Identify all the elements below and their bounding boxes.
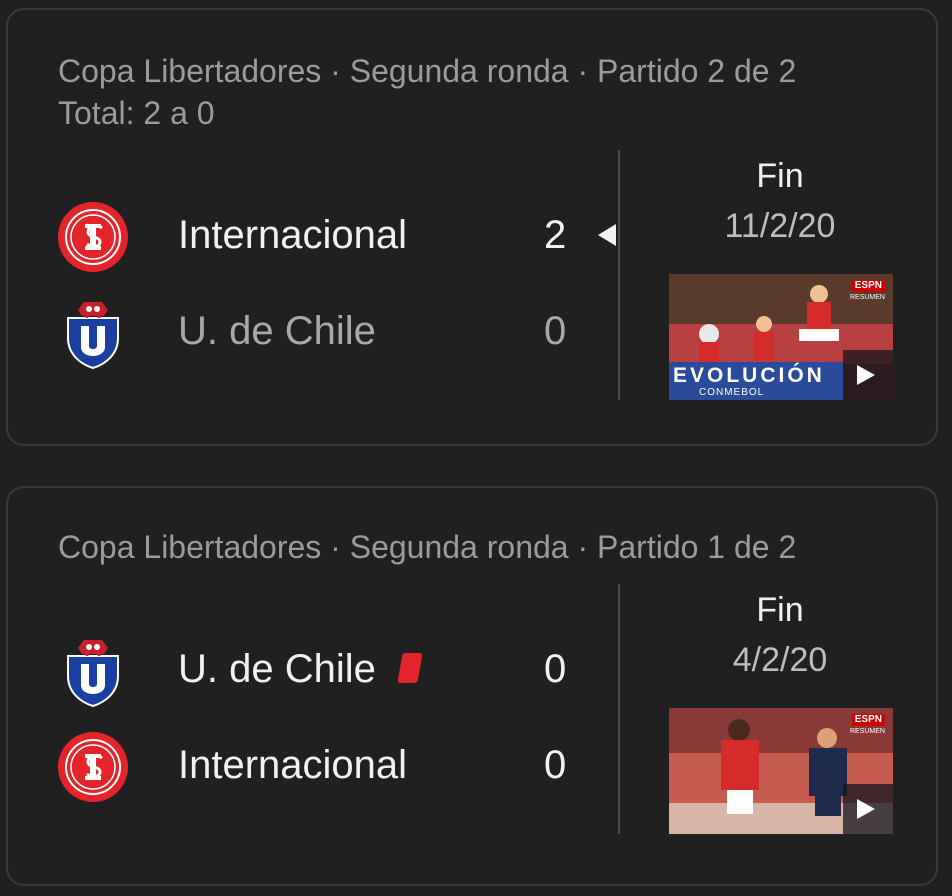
winner-arrow-icon [598, 224, 616, 246]
team-score: 0 [544, 647, 567, 691]
competition-line: Copa Libertadores · Segunda ronda · Part… [58, 529, 797, 565]
u-de-chile-crest-icon [67, 302, 119, 370]
competition-line: Copa Libertadores · Segunda ronda · Part… [58, 53, 797, 89]
internacional-crest-icon [58, 732, 128, 802]
team-score: 0 [544, 309, 567, 353]
video-highlight-thumbnail[interactable]: ESPN RESUMEN [669, 708, 893, 834]
match-status: Fin [756, 157, 804, 195]
team-name: Internacional [178, 213, 408, 257]
banner-title: EVOLUCIÓN [673, 364, 825, 387]
espn-resumen-label: RESUMEN [849, 728, 885, 735]
team-row-home: U. de Chile 0 [8, 628, 618, 708]
red-card-icon [397, 653, 423, 683]
team-name: U. de Chile [178, 309, 376, 353]
team-name: Internacional [178, 743, 408, 787]
banner-subtitle: CONMEBOL [699, 387, 765, 398]
team-row-away: Internacional 0 [8, 724, 618, 804]
play-icon[interactable] [843, 350, 893, 400]
match-header: Copa Libertadores · Segunda ronda · Part… [58, 526, 796, 568]
u-de-chile-crest-icon [67, 640, 119, 708]
match-date: 11/2/20 [724, 207, 836, 245]
team-score: 2 [544, 213, 567, 257]
match-status: Fin [756, 591, 804, 629]
espn-logo: ESPN [851, 714, 885, 726]
match-card-leg-2[interactable]: Copa Libertadores · Segunda ronda · Part… [6, 8, 938, 446]
team-score: 0 [544, 743, 567, 787]
internacional-crest-icon [58, 202, 128, 272]
vertical-divider [618, 584, 620, 834]
evolucion-banner: EVOLUCIÓN CONMEBOL [669, 362, 844, 400]
team-name: U. de Chile [178, 647, 376, 691]
vertical-divider [618, 150, 620, 400]
play-icon[interactable] [843, 784, 893, 834]
espn-logo: ESPN [851, 280, 885, 292]
aggregate-line: Total: 2 a 0 [58, 95, 215, 131]
team-row-away: U. de Chile 0 [8, 290, 618, 370]
espn-resumen-label: RESUMEN [849, 294, 885, 301]
match-date: 4/2/20 [732, 641, 828, 679]
team-row-home: Internacional 2 [8, 194, 618, 274]
match-header: Copa Libertadores · Segunda ronda · Part… [58, 50, 796, 134]
match-card-leg-1[interactable]: Copa Libertadores · Segunda ronda · Part… [6, 486, 938, 886]
video-highlight-thumbnail[interactable]: ESPN RESUMEN EVOLUCIÓN CONMEBOL [669, 274, 893, 400]
